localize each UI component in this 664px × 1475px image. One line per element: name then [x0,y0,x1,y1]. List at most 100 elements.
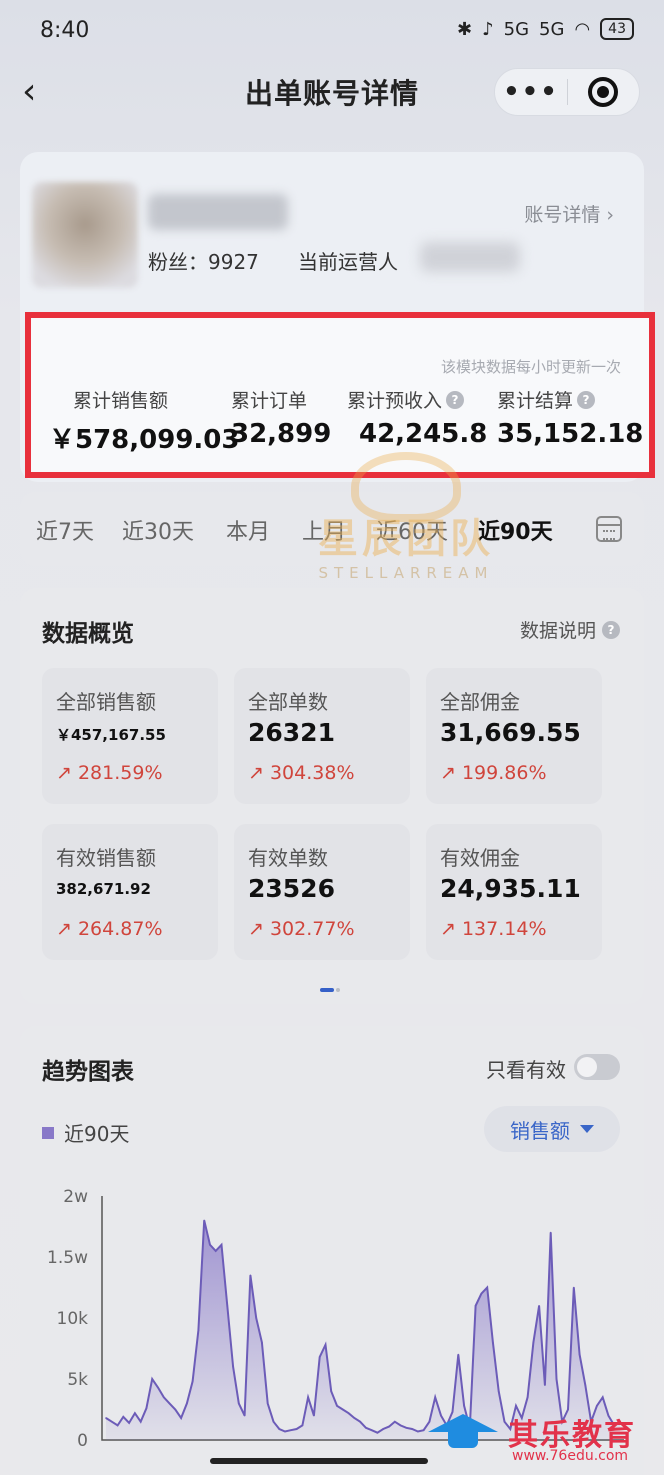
data-point [324,1344,327,1346]
account-name-blurred [148,194,288,230]
metric-label: 有效单数 [248,846,328,870]
stat-value: 42,245.8 [359,419,488,449]
data-point [376,1431,379,1434]
page-dot-active [320,988,334,992]
stat-label: 累计结算? [497,386,643,413]
metric-change: ↗ 199.86% [440,762,547,784]
data-point [330,1390,333,1392]
data-point [370,1429,373,1431]
trend-chart-card: 趋势图表 只看有效 近90天 销售额 0 5k 10k 1.5w 2w [20,1026,644,1475]
metric-value: 31,669.55 [440,718,581,747]
chart-legend: 近90天 [42,1118,129,1147]
metric-card[interactable]: 有效单数 23526 ↗ 302.77% [234,824,410,960]
data-point [128,1422,130,1424]
data-point [388,1425,390,1428]
data-point [226,1305,229,1307]
data-point [191,1380,194,1383]
metric-change: ↗ 137.14% [440,918,547,940]
stat-total-orders: 累计订单 32,899 [231,386,331,449]
data-point [105,1417,107,1419]
brand-url: www.76edu.com [512,1448,629,1464]
metric-label: 有效佣金 [440,846,520,870]
avatar [32,182,138,288]
data-point [544,1384,546,1386]
y-tick-label: 5k [67,1370,88,1390]
help-icon[interactable]: ? [577,390,596,409]
data-point [238,1402,240,1405]
tab-30-days[interactable]: 近30天 [122,514,194,546]
status-icons: ✱ ♪ 5G 5G ◠ 43 [457,18,634,40]
data-point [111,1420,113,1423]
data-point [307,1396,309,1399]
tab-this-month[interactable]: 本月 [226,514,270,546]
data-point [526,1396,529,1399]
stat-expected-income: 累计预收入? 42,245.8 [347,386,487,449]
valid-only-label: 只看有效 [486,1058,566,1082]
series-area [106,1220,620,1440]
data-point [232,1366,234,1368]
data-point [180,1417,182,1419]
y-tick-label: 10k [57,1309,89,1329]
tab-90-days[interactable]: 近90天 [478,514,553,546]
tab-last-month[interactable]: 上月 [302,514,346,546]
data-point [290,1429,292,1431]
data-point [422,1429,425,1431]
metric-label: 全部佣金 [440,690,520,714]
mute-icon: ♪ [482,18,494,40]
stat-value: 32,899 [231,419,332,449]
metric-label: 全部单数 [248,690,328,714]
data-point [255,1317,257,1319]
metric-label: 有效销售额 [56,846,156,870]
account-detail-link[interactable]: 账号详情 › [524,200,614,227]
data-point [266,1402,269,1405]
home-indicator[interactable] [210,1458,428,1464]
metric-value: 382,671.92 [56,880,151,898]
data-explanation-link[interactable]: 数据说明? [520,616,620,643]
tab-60-days[interactable]: 近60天 [376,514,448,546]
data-point [243,1414,246,1417]
tab-7-days[interactable]: 近7天 [36,514,94,546]
battery-icon: 43 [600,18,634,40]
metric-select-dropdown[interactable]: 销售额 [484,1106,620,1152]
data-point [145,1407,148,1410]
metric-change: ↗ 302.77% [248,918,355,940]
data-point [394,1420,396,1423]
data-point [139,1420,142,1423]
metric-card[interactable]: 全部佣金 31,669.55 ↗ 199.86% [426,668,602,804]
data-point [336,1405,338,1407]
more-button[interactable]: ••• [495,77,567,107]
calendar-icon[interactable] [596,516,622,542]
close-button[interactable] [568,77,639,107]
metric-card[interactable]: 有效销售额 382,671.92 ↗ 264.87% [42,824,218,960]
time-range-tabs: 近7天 近30天 本月 上月 近60天 近90天 [20,492,644,566]
stat-label: 累计订单 [231,390,308,412]
data-point [538,1305,540,1307]
cumulative-stats-panel: 该模块数据每小时更新一次 累计销售额 ￥578,099.03 累计订单 32,8… [25,312,655,478]
metric-card[interactable]: 有效佣金 24,935.11 ↗ 137.14% [426,824,602,960]
stat-settled: 累计结算? 35,152.18 [497,386,643,449]
data-point [405,1427,408,1429]
data-point [474,1305,477,1307]
status-time: 8:40 [40,18,90,43]
data-point [532,1341,535,1344]
data-point [209,1244,211,1246]
help-icon[interactable]: ? [446,390,465,409]
data-point [203,1219,205,1222]
page-dot [336,988,340,992]
data-point [122,1416,125,1418]
update-note: 该模块数据每小时更新一次 [440,358,621,376]
legend-swatch [42,1126,54,1139]
data-overview-card: 数据概览 数据说明? 全部销售额 ￥457,167.55 ↗ 281.59% 全… [20,588,644,1004]
metric-card[interactable]: 全部单数 26321 ↗ 304.38% [234,668,410,804]
metric-card[interactable]: 全部销售额 ￥457,167.55 ↗ 281.59% [42,668,218,804]
overview-title: 数据概览 [42,621,134,647]
data-point [480,1292,483,1295]
metric-change: ↗ 281.59% [56,762,163,784]
metric-label: 全部销售额 [56,690,156,714]
data-point [134,1412,136,1414]
valid-only-toggle[interactable] [574,1054,620,1080]
data-point [492,1341,494,1344]
data-point [220,1244,223,1246]
nav-bar: ‹ 出单账号详情 ••• [0,62,664,122]
data-point [578,1353,581,1356]
